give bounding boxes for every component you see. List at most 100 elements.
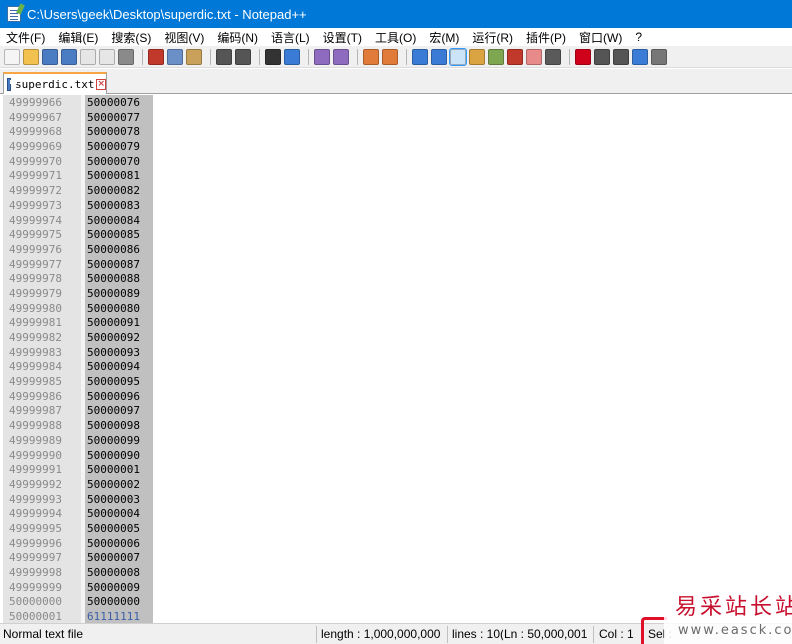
menu-item[interactable]: 工具(O) [375,29,416,46]
run-macro-multiple-icon[interactable] [632,48,648,65]
new-file-icon[interactable] [4,48,20,65]
play-macro-icon[interactable] [613,48,629,65]
editor-line[interactable]: 49999967 50000077 [0,111,792,126]
editor-line[interactable]: 49999982 50000092 [0,331,792,346]
redo-icon[interactable] [235,48,251,65]
line-number: 49999998 [9,566,62,579]
editor-line[interactable]: 49999992 50000002 [0,478,792,493]
editor-line[interactable]: 49999968 50000078 [0,125,792,140]
record-macro-icon[interactable] [575,48,591,65]
notepad-plus-plus-icon[interactable] [7,6,21,22]
close-tab-icon[interactable]: × [96,78,106,90]
line-text: 50000089 [87,286,140,300]
word-wrap-icon[interactable] [412,48,428,65]
toolbar [0,46,792,68]
editor-line[interactable]: 49999973 50000083 [0,199,792,214]
close-file-icon[interactable] [80,48,96,65]
editor-line[interactable]: 49999980 50000080 [0,302,792,317]
editor-line[interactable]: 49999969 50000079 [0,140,792,155]
editor-line[interactable]: 49999978 50000088 [0,272,792,287]
editor-area[interactable]: 49999966 50000076 49999967 50000077 49999968… [0,95,792,623]
stop-record-icon[interactable] [594,48,610,65]
editor-line[interactable]: 49999974 50000084 [0,214,792,229]
editor-line[interactable]: 49999986 50000096 [0,390,792,405]
editor-line[interactable]: 49999988 50000098 [0,419,792,434]
editor-line[interactable]: 49999998 50000008 [0,566,792,581]
menu-item[interactable]: 视图(V) [164,29,204,46]
show-all-chars-icon[interactable] [431,48,447,65]
status-col: Col : 1 [599,627,634,641]
line-text: 50000099 [87,433,140,447]
close-all-icon[interactable] [99,48,115,65]
toolbar-separator [406,48,407,65]
menu-item[interactable]: 语言(L) [271,29,310,46]
paste-icon[interactable] [186,48,202,65]
menu-item[interactable]: 设置(T) [323,29,362,46]
editor-line[interactable]: 49999979 50000089 [0,287,792,302]
replace-icon[interactable] [284,48,300,65]
save-icon[interactable] [42,48,58,65]
line-number: 49999993 [9,492,62,506]
line-text: 50000082 [87,184,140,198]
editor-line[interactable]: 49999985 50000095 [0,375,792,390]
editor-line[interactable]: 49999977 50000087 [0,258,792,273]
line-text: 50000008 [87,566,140,579]
window-title: C:\Users\geek\Desktop\superdic.txt - Not… [27,6,307,22]
tab-superdic[interactable]: superdic.txt × [3,72,107,94]
line-text: 50000000 [87,595,140,609]
user-lang-icon[interactable] [469,48,485,65]
editor-line[interactable]: 49999994 50000004 [0,507,792,522]
editor-line[interactable]: 49999996 50000006 [0,537,792,552]
menu-item[interactable]: 搜索(S) [111,29,151,46]
editor-line[interactable]: 49999970 50000070 [0,155,792,170]
function-list-icon[interactable] [507,48,523,65]
line-number: 49999981 [9,316,62,330]
editor-line[interactable]: 49999997 50000007 [0,551,792,566]
sync-vertical-icon[interactable] [363,48,379,65]
zoom-out-icon[interactable] [333,48,349,65]
menu-item[interactable]: 运行(R) [472,29,513,46]
editor-line[interactable]: 49999972 50000082 [0,184,792,199]
editor-line[interactable]: 49999981 50000091 [0,316,792,331]
save-all-icon[interactable] [61,48,77,65]
menu-bar: 文件(F) 编辑(E) 搜索(S) 视图(V) 编码(N) 语言(L) 设置(T) 工具(O)… [0,28,792,46]
line-text: 50000091 [87,316,140,330]
copy-icon[interactable] [167,48,183,65]
print-icon[interactable] [118,48,134,65]
menu-item[interactable]: 编辑(E) [58,29,98,46]
find-icon[interactable] [265,48,281,65]
undo-icon[interactable] [216,48,232,65]
line-number: 49999987 [9,404,62,418]
monitor-icon[interactable] [545,48,561,65]
indent-guide-icon[interactable] [449,47,467,66]
editor-line[interactable]: 49999995 50000005 [0,522,792,537]
editor-line[interactable]: 49999966 50000076 [0,96,792,111]
editor-line[interactable]: 49999987 50000097 [0,404,792,419]
editor-line[interactable]: 49999993 50000003 [0,493,792,508]
editor-line[interactable]: 49999990 50000090 [0,449,792,464]
menu-item[interactable]: ? [635,30,642,44]
menu-item[interactable]: 插件(P) [526,29,566,46]
open-file-icon[interactable] [23,48,39,65]
menu-item[interactable]: 宏(M) [429,29,459,46]
editor-line[interactable]: 49999989 50000099 [0,434,792,449]
menu-item[interactable]: 窗口(W) [579,29,622,46]
cut-icon[interactable] [148,48,164,65]
doc-map-icon[interactable] [488,48,504,65]
editor-line[interactable]: 49999971 50000081 [0,169,792,184]
line-text: 50000081 [87,169,140,183]
save-macro-icon[interactable] [651,48,667,65]
folder-workspace-icon[interactable] [526,48,542,65]
line-number: 49999971 [9,169,62,183]
zoom-in-icon[interactable] [314,48,330,65]
menu-item[interactable]: 文件(F) [6,29,45,46]
editor-line[interactable]: 49999983 50000093 [0,346,792,361]
line-number: 49999988 [9,419,62,433]
line-text: 50000095 [87,375,140,389]
editor-line[interactable]: 49999991 50000001 [0,463,792,478]
editor-line[interactable]: 49999975 50000085 [0,228,792,243]
editor-line[interactable]: 49999976 50000086 [0,243,792,258]
sync-horizontal-icon[interactable] [382,48,398,65]
menu-item[interactable]: 编码(N) [217,29,258,46]
editor-line[interactable]: 49999984 50000094 [0,360,792,375]
